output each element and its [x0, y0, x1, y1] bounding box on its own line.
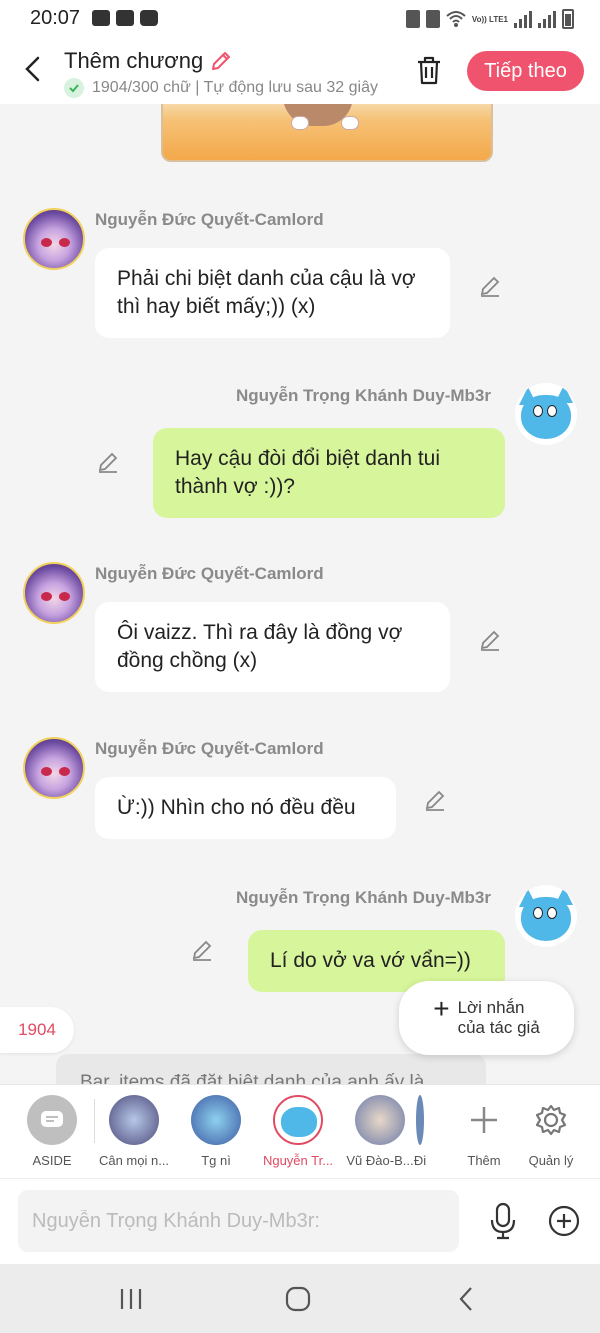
manage-button[interactable]: Quản lý [511, 1095, 591, 1168]
back-icon[interactable] [452, 1284, 482, 1314]
page-title[interactable]: Thêm chương [64, 48, 233, 74]
aside-icon [27, 1095, 77, 1145]
avatar-camlord[interactable] [23, 208, 85, 270]
avatar [191, 1095, 241, 1145]
chat-content: Nguyễn Đức Quyết-Camlord Phải chi biệt d… [0, 104, 600, 1084]
edit-message-icon[interactable] [96, 450, 120, 474]
character-tg-ni[interactable]: Tg nì [176, 1095, 256, 1168]
status-bar: 20:07 Vo)) LTE1 [0, 0, 600, 38]
edit-message-icon[interactable] [190, 938, 214, 962]
story-image[interactable] [161, 104, 493, 162]
screenshot-icon [140, 10, 158, 26]
character-label: Tg nì [201, 1153, 231, 1168]
sender-name: Nguyễn Trọng Khánh Duy-Mb3r [236, 386, 491, 405]
battery-icon [562, 9, 574, 29]
character-label: Nguyễn Tr... [262, 1153, 334, 1168]
word-count-text: 1904/300 chữ | Tự động lưu sau 32 giây [92, 79, 378, 96]
home-icon[interactable] [283, 1284, 313, 1314]
add-circle-icon[interactable] [548, 1205, 580, 1237]
avatar-camlord[interactable] [23, 562, 85, 624]
signal-icon [514, 10, 532, 28]
volte-label: Vo)) LTE1 [471, 14, 508, 24]
plus-icon: + [433, 993, 450, 1024]
character-di[interactable]: Đi [400, 1095, 440, 1168]
sender-name: Nguyễn Đức Quyết-Camlord [95, 739, 324, 758]
sender-name: Nguyễn Đức Quyết-Camlord [95, 564, 324, 583]
edit-message-icon[interactable] [478, 628, 502, 652]
message-input[interactable] [18, 1190, 459, 1252]
gear-icon [535, 1104, 567, 1136]
message-bubble[interactable]: Ừ:)) Nhìn cho nó đều đều [95, 777, 396, 839]
word-count-status: 1904/300 chữ | Tự động lưu sau 32 giây [64, 78, 394, 98]
recent-apps-icon[interactable] [116, 1284, 146, 1314]
back-arrow-icon[interactable] [22, 56, 44, 82]
sender-name: Nguyễn Trọng Khánh Duy-Mb3r [236, 888, 491, 907]
editor-header: Thêm chương 1904/300 chữ | Tự động lưu s… [0, 38, 600, 104]
message-bubble[interactable]: Phải chi biệt danh của cậu là vợ thì hay… [95, 248, 450, 338]
page-title-text: Thêm chương [64, 48, 204, 73]
avatar [416, 1095, 424, 1145]
character-mb3r[interactable]: Nguyễn Tr... [258, 1095, 338, 1168]
character-label: Đi [413, 1153, 427, 1168]
trash-icon[interactable] [414, 54, 444, 86]
microphone-icon[interactable] [488, 1201, 518, 1241]
author-note-label: Lời nhắn [457, 998, 525, 1017]
avatar [109, 1095, 159, 1145]
character-label: Cân mọi n... [98, 1153, 170, 1168]
signal-icon [538, 10, 556, 28]
avatar-mb3r[interactable] [515, 885, 577, 947]
saved-check-icon [64, 78, 84, 98]
message-bubble[interactable]: Hay cậu đòi đổi biệt danh tui thành vợ :… [153, 428, 505, 518]
character-label: ASIDE [32, 1153, 72, 1168]
author-note-button[interactable]: + Lời nhắn của tác giả [399, 981, 574, 1055]
alarm-icon [405, 10, 420, 28]
word-count-tag[interactable]: 1904 [0, 1007, 74, 1053]
plus-icon [471, 1107, 497, 1133]
wifi-icon [446, 11, 466, 27]
message-bubble[interactable]: Bar, items đã đặt biệt danh của anh ấy l… [56, 1054, 486, 1084]
avatar-camlord[interactable] [23, 737, 85, 799]
character-bar: ASIDE Cân mọi n... Tg nì Nguyễn Tr... Vũ… [0, 1084, 600, 1178]
message-bubble[interactable]: Ôi vaizz. Thì ra đây là đồng vợ đồng chồ… [95, 602, 450, 692]
character-can-moi[interactable]: Cân mọi n... [94, 1095, 174, 1168]
mute-icon [425, 10, 440, 28]
character-label: Quản lý [528, 1153, 574, 1168]
avatar-mb3r[interactable] [515, 383, 577, 445]
character-aside[interactable]: ASIDE [12, 1095, 92, 1168]
system-nav-bar [0, 1264, 600, 1333]
edit-message-icon[interactable] [423, 788, 447, 812]
input-bar [0, 1178, 600, 1264]
edit-title-icon[interactable] [209, 49, 233, 73]
next-button[interactable]: Tiếp theo [467, 51, 584, 91]
author-note-label: của tác giả [457, 1018, 540, 1037]
avatar [273, 1095, 323, 1145]
gallery-icon [92, 10, 110, 26]
edit-message-icon[interactable] [478, 274, 502, 298]
status-time: 20:07 [30, 7, 81, 29]
youtube-icon [116, 10, 134, 26]
avatar [355, 1095, 405, 1145]
sender-name: Nguyễn Đức Quyết-Camlord [95, 210, 324, 229]
